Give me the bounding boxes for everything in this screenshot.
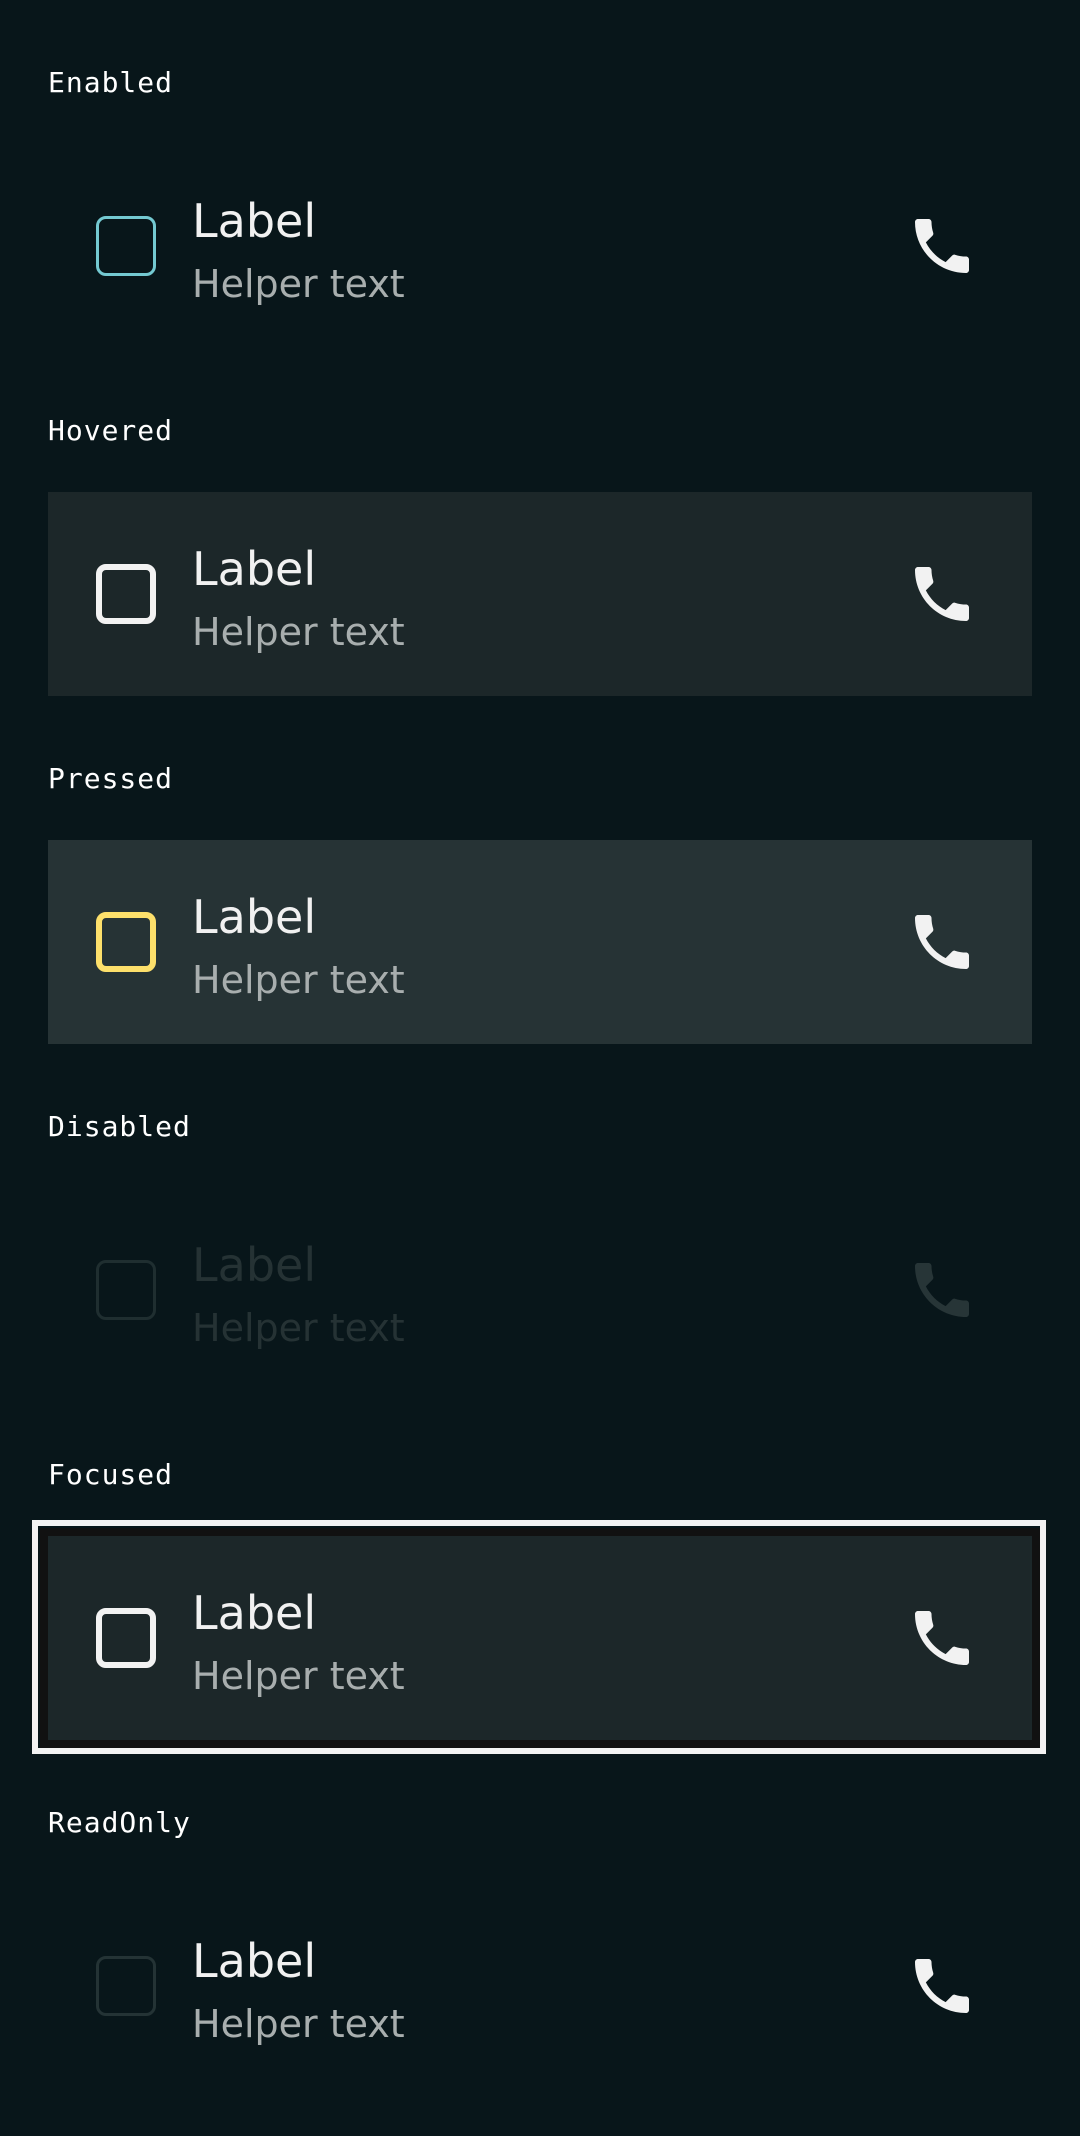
item-label: Label <box>192 1238 317 1292</box>
list-item-disabled: Label Helper text <box>48 1188 1032 1392</box>
helper-text: Helper text <box>192 1654 405 1698</box>
item-label: Label <box>192 1586 317 1640</box>
checkbox[interactable] <box>96 912 156 972</box>
item-label: Label <box>192 194 317 248</box>
item-label: Label <box>192 1934 317 1988</box>
state-title-pressed: Pressed <box>48 762 174 795</box>
list-item-enabled[interactable]: Label Helper text <box>48 144 1032 348</box>
list-item-focused[interactable]: Label Helper text <box>40 1528 1040 1748</box>
state-title-focused: Focused <box>48 1458 174 1491</box>
helper-text: Helper text <box>192 262 405 306</box>
state-title-hovered: Hovered <box>48 414 174 447</box>
helper-text: Helper text <box>192 1306 405 1350</box>
list-item-readonly: Label Helper text <box>48 1884 1032 2088</box>
phone-icon <box>906 1254 978 1326</box>
state-title-enabled: Enabled <box>48 66 174 99</box>
state-title-readonly: ReadOnly <box>48 1806 191 1839</box>
state-title-disabled: Disabled <box>48 1110 191 1143</box>
checkbox <box>96 1260 156 1320</box>
helper-text: Helper text <box>192 958 405 1002</box>
phone-icon <box>906 1950 978 2022</box>
phone-icon[interactable] <box>906 210 978 282</box>
checkbox[interactable] <box>96 216 156 276</box>
phone-icon[interactable] <box>906 906 978 978</box>
phone-icon[interactable] <box>906 558 978 630</box>
phone-icon[interactable] <box>906 1602 978 1674</box>
checkbox[interactable] <box>96 564 156 624</box>
list-item-pressed[interactable]: Label Helper text <box>48 840 1032 1044</box>
list-item-hovered[interactable]: Label Helper text <box>48 492 1032 696</box>
helper-text: Helper text <box>192 610 405 654</box>
item-label: Label <box>192 542 317 596</box>
checkbox <box>96 1956 156 2016</box>
item-label: Label <box>192 890 317 944</box>
checkbox[interactable] <box>96 1608 156 1668</box>
helper-text: Helper text <box>192 2002 405 2046</box>
